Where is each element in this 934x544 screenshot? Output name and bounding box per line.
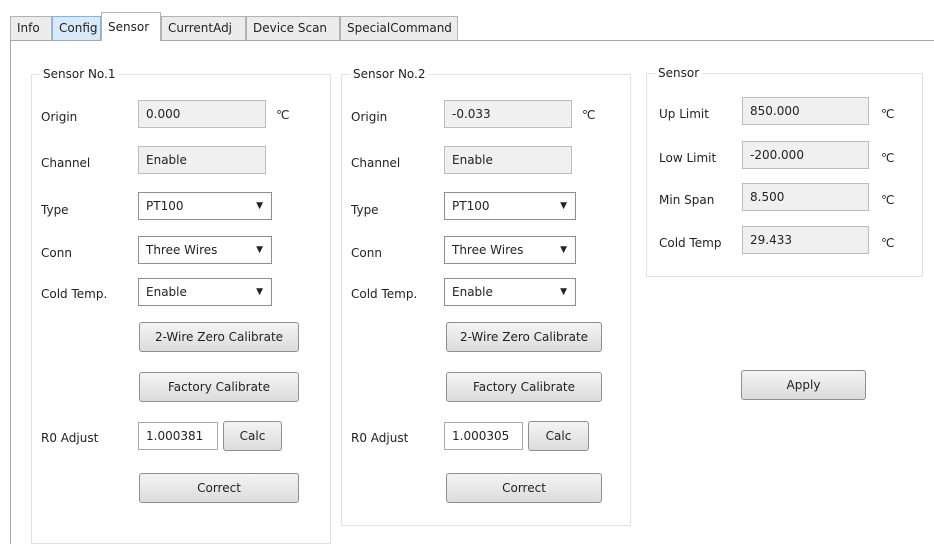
chevron-down-icon: ▼ (560, 287, 567, 297)
sensor1-origin-label: Origin (41, 110, 78, 124)
sensor1-channel-label: Channel (41, 156, 91, 170)
up-limit-field: 850.000 (742, 97, 869, 125)
sensor2-type-select[interactable]: PT100 ▼ (444, 192, 576, 220)
sensor2-zero-calibrate-button[interactable]: 2-Wire Zero Calibrate (446, 322, 602, 352)
chevron-down-icon: ▼ (256, 287, 263, 297)
sensor2-type-value: PT100 (452, 199, 490, 213)
cold-temp-unit: ℃ (881, 236, 895, 250)
low-limit-field: -200.000 (742, 141, 869, 169)
low-limit-label: Low Limit (659, 151, 717, 165)
sensor2-factory-calibrate-button[interactable]: Factory Calibrate (446, 372, 602, 402)
sensor1-conn-label: Conn (41, 246, 72, 260)
sensor2-channel-field: Enable (444, 146, 572, 174)
sensor2-cold-label: Cold Temp. (351, 287, 418, 301)
up-limit-unit: ℃ (881, 107, 895, 121)
min-span-label: Min Span (659, 193, 715, 207)
sensor-limits-title: Sensor (655, 66, 703, 80)
tab-info[interactable]: Info (10, 16, 52, 40)
sensor-panel: Sensor No.1 Origin 0.000 ℃ Channel Enabl… (10, 40, 934, 544)
chevron-down-icon: ▼ (256, 201, 263, 211)
sensor1-type-select[interactable]: PT100 ▼ (138, 192, 272, 220)
sensor1-factory-calibrate-button[interactable]: Factory Calibrate (139, 372, 299, 402)
sensor1-origin-unit: ℃ (276, 108, 290, 122)
tab-currentadj[interactable]: CurrentAdj (161, 16, 246, 40)
cold-temp-field: 29.433 (742, 226, 869, 254)
sensor2-origin-unit: ℃ (582, 108, 596, 122)
apply-button[interactable]: Apply (741, 370, 866, 400)
up-limit-label: Up Limit (659, 107, 709, 121)
sensor2-origin-field: -0.033 (444, 100, 572, 128)
cold-temp-label: Cold Temp (659, 236, 722, 250)
sensor1-title: Sensor No.1 (40, 67, 119, 81)
sensor1-group: Sensor No.1 Origin 0.000 ℃ Channel Enabl… (31, 67, 331, 544)
tab-sensor-label: Sensor (108, 20, 150, 34)
sensor2-title: Sensor No.2 (350, 67, 429, 81)
tab-sensor[interactable]: Sensor (101, 12, 161, 41)
sensor2-type-label: Type (351, 203, 379, 217)
tab-device-scan[interactable]: Device Scan (246, 16, 340, 40)
sensor1-zero-calibrate-button[interactable]: 2-Wire Zero Calibrate (139, 322, 299, 352)
tab-specialcommand-label: SpecialCommand (347, 21, 452, 35)
sensor1-cold-label: Cold Temp. (41, 287, 108, 301)
low-limit-unit: ℃ (881, 151, 895, 165)
tab-info-label: Info (17, 21, 40, 35)
sensor1-conn-select[interactable]: Three Wires ▼ (138, 236, 272, 264)
min-span-unit: ℃ (881, 193, 895, 207)
chevron-down-icon: ▼ (256, 245, 263, 255)
sensor2-conn-value: Three Wires (452, 243, 524, 257)
sensor1-r0-input[interactable]: 1.000381 (138, 422, 218, 450)
tab-bar: Info Config Sensor CurrentAdj Device Sca… (10, 12, 934, 41)
sensor2-origin-label: Origin (351, 110, 388, 124)
sensor1-origin-field: 0.000 (138, 100, 266, 128)
min-span-field: 8.500 (742, 183, 869, 211)
sensor-limits-group: Sensor Up Limit 850.000 ℃ Low Limit -200… (646, 66, 923, 277)
sensor2-group: Sensor No.2 Origin -0.033 ℃ Channel Enab… (341, 67, 631, 526)
chevron-down-icon: ▼ (560, 245, 567, 255)
sensor2-conn-label: Conn (351, 246, 382, 260)
sensor1-channel-field: Enable (138, 146, 266, 174)
sensor2-calc-button[interactable]: Calc (528, 421, 589, 451)
sensor2-conn-select[interactable]: Three Wires ▼ (444, 236, 576, 264)
tab-specialcommand[interactable]: SpecialCommand (340, 16, 458, 40)
sensor1-type-label: Type (41, 203, 69, 217)
sensor1-type-value: PT100 (146, 199, 184, 213)
sensor2-r0-input[interactable]: 1.000305 (444, 422, 523, 450)
sensor2-cold-select[interactable]: Enable ▼ (444, 278, 576, 306)
sensor2-channel-label: Channel (351, 156, 401, 170)
sensor1-correct-button[interactable]: Correct (139, 473, 299, 503)
sensor1-cold-select[interactable]: Enable ▼ (138, 278, 272, 306)
sensor1-conn-value: Three Wires (146, 243, 218, 257)
chevron-down-icon: ▼ (560, 201, 567, 211)
tab-device-scan-label: Device Scan (253, 21, 328, 35)
tab-config-label: Config (59, 21, 98, 35)
sensor2-cold-value: Enable (452, 285, 493, 299)
sensor1-cold-value: Enable (146, 285, 187, 299)
sensor1-r0-label: R0 Adjust (41, 431, 99, 445)
tab-currentadj-label: CurrentAdj (168, 21, 233, 35)
sensor2-correct-button[interactable]: Correct (446, 473, 602, 503)
tab-config[interactable]: Config (52, 16, 101, 40)
sensor1-calc-button[interactable]: Calc (223, 421, 282, 451)
sensor2-r0-label: R0 Adjust (351, 431, 409, 445)
